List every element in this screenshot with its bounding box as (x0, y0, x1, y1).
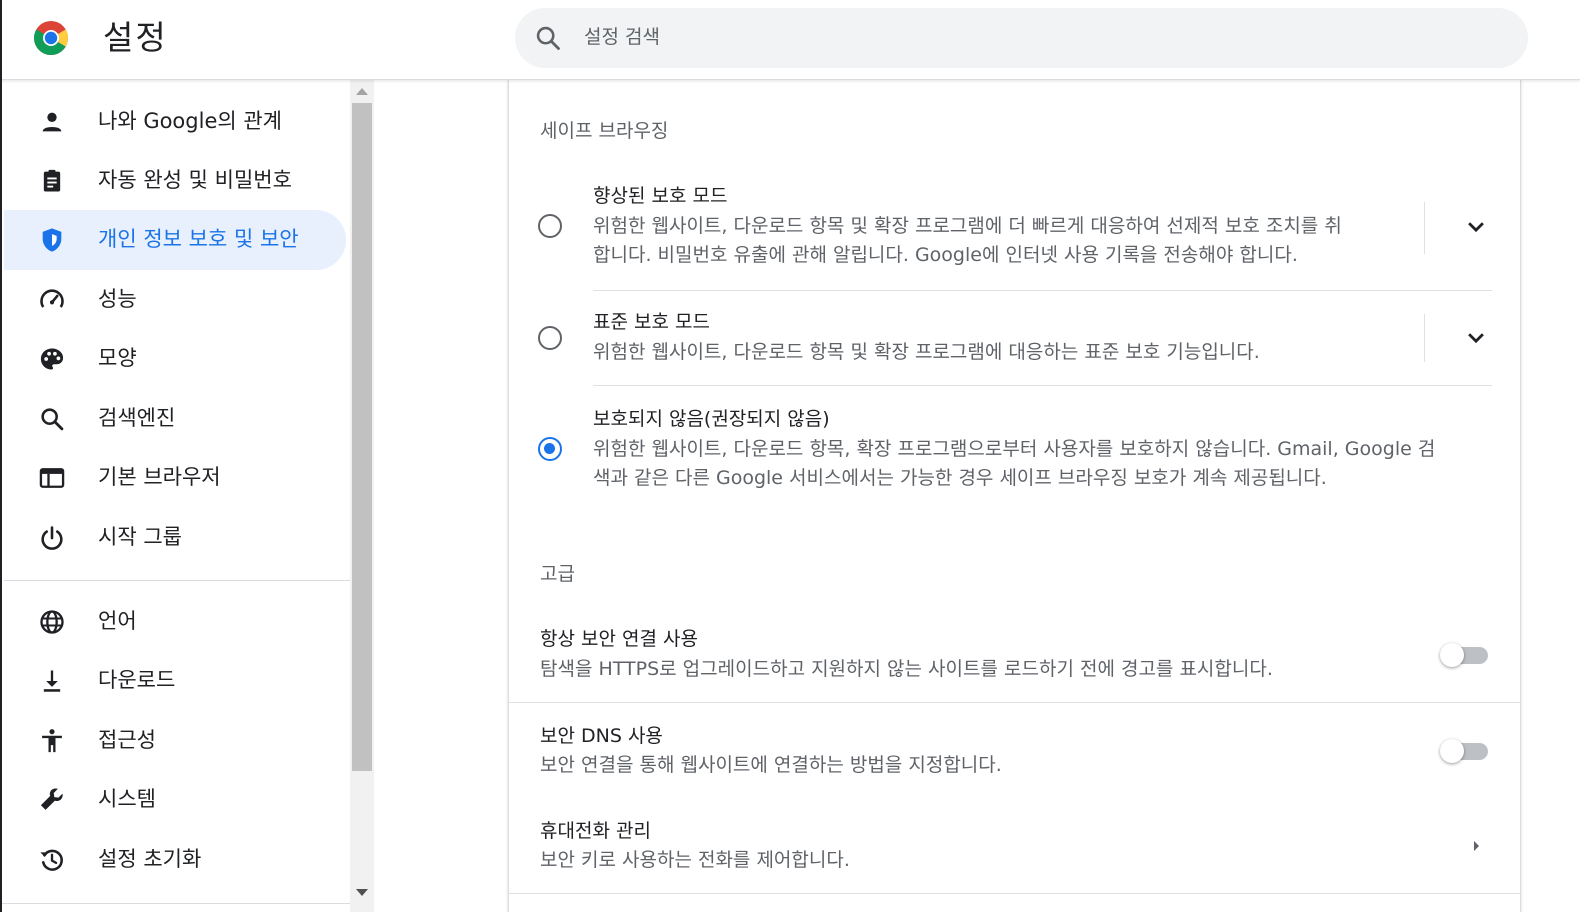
sidebar-divider (4, 580, 350, 581)
enhanced-protection-desc-line1: 위험한 웹사이트, 다운로드 항목 및 확장 프로그램에 더 빠르게 대응하여 … (593, 215, 1342, 237)
scroll-down-arrow-icon[interactable] (356, 889, 368, 896)
secure-dns-toggle[interactable] (1440, 737, 1488, 765)
option-divider (593, 290, 1492, 291)
advanced-heading: 고급 (540, 563, 575, 585)
settings-header: 설정 (0, 0, 1580, 80)
enhanced-protection-title: 향상된 보호 모드 (593, 185, 728, 207)
page-title: 설정 (103, 18, 168, 57)
toggle-knob (1440, 739, 1464, 763)
safe-browsing-heading: 세이프 브라우징 (540, 120, 669, 142)
sidebar-item-you-and-google[interactable]: 나와 Google의 관계 (4, 92, 346, 152)
search-icon (41, 408, 64, 431)
privacy-settings-card: 세이프 브라우징 향상된 보호 모드 위험한 웹사이트, 다운로드 항목 및 확… (508, 80, 1521, 912)
row-divider (509, 893, 1520, 894)
sidebar-item-label: 언어 (98, 609, 137, 633)
sidebar-item-label: 시작 그룹 (98, 525, 182, 549)
accessibility-icon (42, 729, 62, 753)
standard-protection-desc: 위험한 웹사이트, 다운로드 항목 및 확장 프로그램에 대응하는 표준 보호 … (593, 341, 1260, 363)
window-left-edge (0, 0, 2, 912)
browser-icon (39, 468, 65, 488)
sidebar-item-autofill[interactable]: 자동 완성 및 비밀번호 (4, 151, 346, 211)
https-first-title: 항상 보안 연결 사용 (540, 628, 698, 650)
enhanced-protection-desc-line2: 합니다. 비밀번호 유출에 관해 알립니다. Google에 인터넷 사용 기록… (593, 244, 1298, 266)
separator (1424, 202, 1425, 254)
sidebar-item-label: 자동 완성 및 비밀번호 (98, 168, 292, 192)
sidebar-item-search-engine[interactable]: 검색엔진 (4, 389, 346, 449)
standard-protection-title: 표준 보호 모드 (593, 311, 710, 333)
https-first-toggle[interactable] (1440, 641, 1488, 669)
sidebar-nav: 나와 Google의 관계 자동 완성 및 비밀번호 개인 정보 보호 및 보안… (0, 80, 350, 912)
sidebar-item-label: 모양 (98, 346, 137, 370)
https-first-desc: 탐색을 HTTPS로 업그레이드하고 지원하지 않는 사이트를 로드하기 전에 … (540, 658, 1273, 680)
sidebar-item-label: 다운로드 (98, 668, 176, 692)
manage-phones-desc: 보안 키로 사용하는 전화를 제어합니다. (540, 849, 850, 871)
sidebar-item-system[interactable]: 시스템 (4, 770, 346, 830)
sidebar-item-languages[interactable]: 언어 (4, 592, 346, 652)
person-icon (42, 112, 62, 132)
no-protection-radio[interactable] (538, 437, 562, 461)
clipboard-icon (43, 169, 61, 192)
shield-icon (42, 228, 62, 252)
standard-protection-radio[interactable] (538, 326, 562, 350)
sidebar-item-label: 기본 브라우저 (98, 465, 221, 489)
secure-dns-title: 보안 DNS 사용 (540, 725, 663, 747)
scroll-up-arrow-icon[interactable] (356, 88, 368, 95)
sidebar-item-accessibility[interactable]: 접근성 (4, 711, 346, 771)
speedometer-icon (40, 289, 64, 308)
search-input[interactable] (584, 21, 1484, 53)
restore-icon (40, 849, 63, 871)
sidebar-item-label: 설정 초기화 (98, 847, 202, 871)
scrollbar-thumb[interactable] (352, 103, 372, 771)
row-divider (509, 702, 1520, 703)
download-icon (43, 670, 61, 692)
sidebar-item-default-browser[interactable]: 기본 브라우저 (4, 448, 346, 508)
sidebar-item-downloads[interactable]: 다운로드 (4, 651, 346, 711)
wrench-icon (40, 788, 63, 810)
power-icon (41, 526, 63, 550)
arrow-right-icon[interactable] (1464, 834, 1488, 858)
sidebar-item-label: 개인 정보 보호 및 보안 (98, 227, 299, 251)
expand-more-icon[interactable] (1461, 323, 1491, 353)
palette-icon (40, 348, 64, 370)
sidebar-item-label: 성능 (98, 287, 137, 311)
no-protection-desc-line2: 색과 같은 다른 Google 서비스에서는 가능한 경우 세이프 브라우징 보… (593, 467, 1327, 489)
sidebar-item-on-startup[interactable]: 시작 그룹 (4, 508, 346, 568)
no-protection-title: 보호되지 않음(권장되지 않음) (593, 408, 830, 430)
sidebar-item-reset-settings[interactable]: 설정 초기화 (4, 830, 346, 890)
separator (1424, 314, 1425, 362)
sidebar-bottom-divider (0, 903, 350, 904)
sidebar-item-privacy-security[interactable]: 개인 정보 보호 및 보안 (4, 210, 346, 270)
chrome-logo-icon (34, 21, 68, 55)
sidebar-item-label: 시스템 (98, 787, 156, 811)
globe-icon (40, 610, 64, 634)
manage-phones-title: 휴대전화 관리 (540, 820, 651, 842)
enhanced-protection-radio[interactable] (538, 214, 562, 238)
sidebar-item-label: 검색엔진 (98, 406, 176, 430)
no-protection-desc-line1: 위험한 웹사이트, 다운로드 항목, 확장 프로그램으로부터 사용자를 보호하지… (593, 438, 1436, 460)
sidebar-item-label: 접근성 (98, 728, 156, 752)
option-divider (593, 385, 1492, 386)
sidebar-item-label: 나와 Google의 관계 (98, 109, 283, 133)
sidebar-item-appearance[interactable]: 모양 (4, 329, 346, 389)
expand-more-icon[interactable] (1461, 212, 1491, 242)
secure-dns-desc: 보안 연결을 통해 웹사이트에 연결하는 방법을 지정합니다. (540, 754, 1002, 776)
toggle-knob (1440, 643, 1464, 667)
sidebar-item-performance[interactable]: 성능 (4, 270, 346, 330)
search-icon[interactable] (534, 24, 562, 52)
